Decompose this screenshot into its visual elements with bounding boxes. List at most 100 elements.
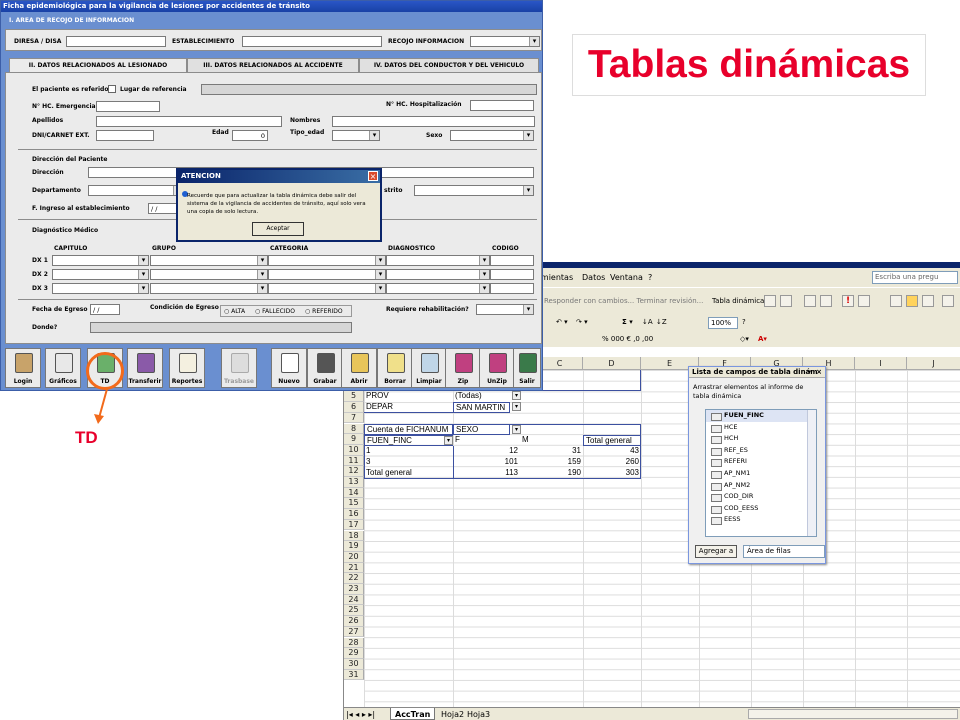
reportes-button[interactable]: Reportes: [169, 348, 205, 388]
row-header[interactable]: 8: [344, 423, 364, 435]
column-header-c[interactable]: C: [537, 357, 583, 370]
row-header[interactable]: 26: [344, 616, 364, 627]
row-header[interactable]: 7: [344, 412, 364, 424]
row-header[interactable]: 20: [344, 551, 364, 563]
field-list-scrollbar[interactable]: [807, 410, 816, 536]
menu-datos[interactable]: Datos: [582, 268, 605, 287]
column-header-j[interactable]: J: [907, 357, 960, 370]
referido-checkbox[interactable]: [108, 85, 116, 93]
row-header[interactable]: 19: [344, 541, 364, 552]
format-report-icon[interactable]: [780, 295, 792, 307]
donde-input[interactable]: [90, 322, 352, 333]
sexo-select[interactable]: [450, 130, 534, 141]
row-header[interactable]: 9: [344, 434, 364, 445]
horizontal-scrollbar[interactable]: [748, 709, 958, 719]
grabar-button[interactable]: Grabar: [307, 348, 343, 388]
redo-icon[interactable]: ↷ ▾: [576, 318, 588, 326]
dx1-diagnostico-select[interactable]: [386, 255, 490, 266]
row-header[interactable]: 31: [344, 669, 364, 681]
dx3-categoria-select[interactable]: [268, 283, 386, 294]
row-header[interactable]: 13: [344, 477, 364, 488]
dx3-codigo-input[interactable]: [490, 283, 534, 294]
dx1-categoria-select[interactable]: [268, 255, 386, 266]
edad-input[interactable]: 0: [232, 130, 268, 141]
close-icon[interactable]: ×: [816, 367, 822, 378]
row-header[interactable]: 25: [344, 605, 364, 617]
pivot-options-icon[interactable]: [906, 295, 918, 307]
login-button[interactable]: Login: [5, 348, 41, 388]
row-header[interactable]: 10: [344, 444, 364, 456]
fingreso-input[interactable]: / /: [148, 203, 178, 214]
column-header-i[interactable]: I: [855, 357, 907, 370]
field-item[interactable]: REFERI: [706, 456, 816, 468]
nuevo-button[interactable]: Nuevo: [271, 348, 307, 388]
row-header[interactable]: 5: [344, 391, 364, 403]
page-field-depar[interactable]: DEPAR: [364, 402, 453, 413]
page-value-depar[interactable]: SAN MARTIN: [453, 402, 510, 413]
help-icon[interactable]: ?: [742, 318, 746, 326]
refresh-icon[interactable]: !: [842, 295, 854, 307]
unzip-button[interactable]: UnZip: [479, 348, 515, 388]
page-field-prov[interactable]: PROV: [364, 391, 453, 402]
field-item[interactable]: HCH: [706, 433, 816, 445]
tab-conductor[interactable]: IV. DATOS DEL CONDUCTOR Y DEL VEHICULO: [359, 58, 539, 72]
departamento-select[interactable]: [88, 185, 184, 196]
dx1-grupo-select[interactable]: [150, 255, 268, 266]
tab-lesionado[interactable]: II. DATOS RELACIONADOS AL LESIONADO: [9, 58, 187, 73]
salir-button[interactable]: Salir: [513, 348, 541, 388]
recojo-select[interactable]: [470, 36, 540, 47]
radio-fallecido[interactable]: ○ FALLECIDO: [255, 306, 295, 317]
field-item[interactable]: EESS: [706, 514, 816, 526]
dx3-diagnostico-select[interactable]: [386, 283, 490, 294]
dx2-capitulo-select[interactable]: [52, 269, 149, 280]
row-header[interactable]: 15: [344, 498, 364, 510]
row-header[interactable]: 28: [344, 637, 364, 649]
add-to-button[interactable]: Agregar a: [695, 545, 737, 558]
row-header[interactable]: 18: [344, 530, 364, 542]
field-item[interactable]: AP_NM2: [706, 480, 816, 492]
undo-icon[interactable]: ↶ ▾: [556, 318, 568, 326]
zip-button[interactable]: Zip: [445, 348, 481, 388]
radio-alta[interactable]: ○ ALTA: [224, 306, 245, 317]
field-list-icon[interactable]: [890, 295, 902, 307]
area-select[interactable]: Área de filas: [743, 545, 825, 558]
menu-ventana[interactable]: Ventana: [610, 268, 643, 287]
review-toolbar[interactable]: Responder con cambios... Terminar revisi…: [544, 297, 703, 305]
row-header[interactable]: 11: [344, 455, 364, 467]
field-item[interactable]: FUEN_FINC: [706, 410, 816, 422]
font-color-icon[interactable]: A▾: [758, 335, 767, 343]
sheet-tab-acctran[interactable]: AccTran: [390, 708, 436, 720]
field-item[interactable]: COD_EESS: [706, 503, 816, 515]
sheet-tab-hoja3[interactable]: Hoja3: [464, 708, 493, 720]
borrar-button[interactable]: Borrar: [377, 348, 413, 388]
row-header[interactable]: 21: [344, 562, 364, 574]
tab-accidente[interactable]: III. DATOS RELACIONADOS AL ACCIDENTE: [187, 58, 359, 72]
row-header[interactable]: 27: [344, 626, 364, 638]
row-header[interactable]: 24: [344, 594, 364, 606]
row-header[interactable]: 29: [344, 648, 364, 659]
nhc-hosp-input[interactable]: [470, 100, 534, 111]
column-header-d[interactable]: D: [583, 357, 641, 370]
field-list-menu-icon[interactable]: ▾: [807, 367, 811, 378]
toolbar-options-icon[interactable]: [922, 295, 934, 307]
fill-color-icon[interactable]: ◇▾: [740, 335, 749, 343]
dx1-capitulo-select[interactable]: [52, 255, 149, 266]
dx2-categoria-select[interactable]: [268, 269, 386, 280]
sort-desc-icon[interactable]: ↓Z: [656, 318, 667, 326]
percent-icon[interactable]: % 000 € ‚0 ,00: [602, 335, 653, 343]
field-item[interactable]: REF_ES: [706, 445, 816, 457]
page-value-prov[interactable]: (Todas): [453, 391, 520, 402]
limpiar-button[interactable]: Limpiar: [411, 348, 447, 388]
dni-input[interactable]: [96, 130, 154, 141]
transferir-button[interactable]: Transferir: [127, 348, 163, 388]
dx2-grupo-select[interactable]: [150, 269, 268, 280]
dx1-codigo-input[interactable]: [490, 255, 534, 266]
row-header[interactable]: 30: [344, 658, 364, 670]
row-header[interactable]: 23: [344, 584, 364, 595]
fegreso-input[interactable]: / /: [90, 304, 120, 315]
dx2-diagnostico-select[interactable]: [386, 269, 490, 280]
lugar-ref-input[interactable]: [201, 84, 537, 95]
aceptar-button[interactable]: Aceptar: [252, 222, 304, 236]
sheet-nav-icon[interactable]: |◂ ◂ ▸ ▸|: [346, 708, 375, 720]
abrir-button[interactable]: Abrir: [341, 348, 377, 388]
